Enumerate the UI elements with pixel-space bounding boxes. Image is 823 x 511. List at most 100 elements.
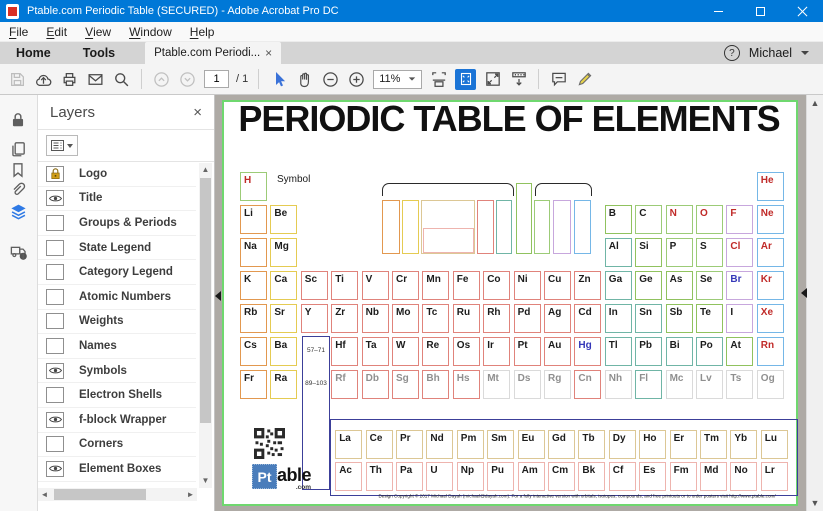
menu-file[interactable]: File [0,22,37,41]
scrollbar-thumb[interactable] [200,178,211,423]
zoom-out-button[interactable] [321,70,340,89]
pages-icon [9,140,27,158]
element-mo: Mo [392,304,419,333]
attachments-pane-button[interactable] [9,181,29,201]
scroll-up-icon[interactable]: ▲ [807,98,823,108]
layer-locked-icon[interactable] [46,166,64,182]
previous-page-button[interactable] [152,70,171,89]
page-number-input[interactable] [204,70,229,88]
layer-visible-eye-icon[interactable] [46,190,64,206]
legend-box-alk [382,200,400,254]
document-scrollbar[interactable]: ▲ ▼ [806,95,823,511]
element-db: Db [362,370,389,399]
actinide-range-label: 89–103 [303,380,329,387]
pdf-page[interactable]: PERIODIC TABLE OF ELEMENTS Symbol 57–71 … [222,100,798,506]
save-button[interactable] [8,70,27,89]
reading-mode-button[interactable] [483,70,502,89]
layer-row-electron-shells[interactable]: Electron Shells [38,383,196,408]
scroll-left-icon[interactable]: ◄ [38,488,51,501]
layers-panel-close-icon[interactable]: × [193,104,202,121]
element-sr: Sr [270,304,297,333]
scrollbar-thumb[interactable] [54,489,146,500]
layer-row-state-legend[interactable]: State Legend [38,236,196,261]
fit-width-icon [430,70,448,88]
layer-row-groups-periods[interactable]: Groups & Periods [38,211,196,236]
scroll-down-icon[interactable]: ▼ [807,498,823,508]
select-tool-button[interactable] [269,70,288,89]
print-button[interactable] [60,70,79,89]
menu-view[interactable]: View [76,22,120,41]
layer-visible-eye-icon[interactable] [46,412,64,428]
scroll-right-icon[interactable]: ► [184,488,197,501]
tab-tools[interactable]: Tools [67,42,131,64]
layer-visibility-checkbox[interactable] [46,289,64,305]
scrolling-mode-button[interactable] [509,70,528,89]
fit-page-button[interactable] [455,69,476,90]
maximize-button[interactable] [739,0,781,22]
layer-row-logo[interactable]: Logo [38,162,196,187]
element-bh: Bh [422,370,449,399]
element-hf: Hf [331,337,358,366]
layer-visibility-checkbox[interactable] [46,338,64,354]
help-icon[interactable]: ? [724,45,740,61]
tab-home[interactable]: Home [0,42,67,64]
bookmarks-pane-button[interactable] [9,161,29,181]
hand-icon [296,71,313,88]
element-nh: Nh [605,370,632,399]
layer-visibility-checkbox[interactable] [46,436,64,452]
layer-row-names[interactable]: Names [38,334,196,359]
layer-visible-eye-icon[interactable] [46,363,64,379]
layer-row-category-legend[interactable]: Category Legend [38,260,196,285]
layers-vertical-scrollbar[interactable]: ▲ ▼ [199,163,212,488]
hand-tool-button[interactable] [295,70,314,89]
layer-visibility-checkbox[interactable] [46,240,64,256]
element-b: B [605,205,632,234]
user-caret-icon[interactable] [801,51,809,55]
layer-row-weights[interactable]: Weights [38,310,196,335]
print-production-pane-button[interactable]: i [9,242,29,262]
zoom-in-button[interactable] [347,70,366,89]
menu-edit[interactable]: Edit [37,22,76,41]
layer-row-element-boxes[interactable]: Element Boxes [38,457,196,482]
legend-box-act [423,228,474,253]
element-y: Y [301,304,328,333]
scroll-down-icon[interactable]: ▼ [199,475,212,487]
collapse-pane-left-icon[interactable] [215,291,221,301]
layer-row-title[interactable]: Title [38,187,196,212]
layer-row-atomic-numbers[interactable]: Atomic Numbers [38,285,196,310]
menu-window[interactable]: Window [120,22,181,41]
layers-horizontal-scrollbar[interactable]: ◄ ► [38,488,197,501]
collapse-pane-right-icon[interactable] [801,288,807,298]
minimize-button[interactable] [697,0,739,22]
tab-close-icon[interactable]: × [265,48,272,58]
comment-button[interactable] [549,70,568,89]
page-thumbnails-pane-button[interactable] [9,140,29,160]
search-button[interactable] [112,70,131,89]
layer-visibility-checkbox[interactable] [46,387,64,403]
next-page-button[interactable] [178,70,197,89]
menu-help[interactable]: Help [181,22,224,41]
layer-row-symbols[interactable]: Symbols [38,359,196,384]
layer-visible-eye-icon[interactable] [46,461,64,477]
tab-document[interactable]: Ptable.com Periodi... × [145,42,281,64]
layers-pane-button[interactable] [9,202,29,222]
layer-visibility-checkbox[interactable] [46,313,64,329]
fill-sign-button[interactable] [575,70,594,89]
share-button[interactable] [34,70,53,89]
layer-visibility-checkbox[interactable] [46,215,64,231]
layer-visibility-checkbox[interactable] [46,264,64,280]
element-re: Re [422,337,449,366]
close-button[interactable] [781,0,823,22]
email-button[interactable] [86,70,105,89]
layer-row-corners[interactable]: Corners [38,433,196,458]
document-canvas[interactable]: PERIODIC TABLE OF ELEMENTS Symbol 57–71 … [215,95,823,511]
fit-width-button[interactable] [429,70,448,89]
scroll-up-icon[interactable]: ▲ [199,164,212,176]
user-menu[interactable]: Michael [749,46,792,60]
element-ho: Ho [639,430,666,459]
layer-row-f-block-wrapper[interactable]: f-block Wrapper [38,408,196,433]
element-ag: Ag [544,304,571,333]
security-pane-button[interactable] [9,111,29,131]
layers-options-button[interactable] [46,135,78,156]
zoom-level-dropdown[interactable]: 11% [373,70,422,89]
